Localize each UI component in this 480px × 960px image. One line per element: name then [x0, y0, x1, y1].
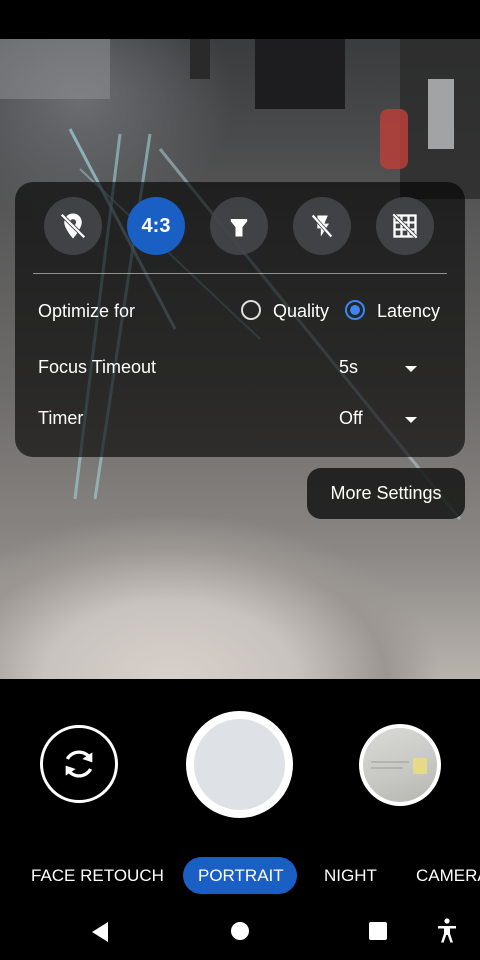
recents-icon[interactable] [368, 921, 388, 941]
shutter-inner [194, 719, 285, 810]
timer-dropdown[interactable]: Off [335, 401, 435, 437]
flashlight-button[interactable] [210, 197, 268, 255]
focus-timeout-dropdown[interactable]: 5s [335, 350, 435, 386]
shutter-button[interactable] [186, 711, 293, 818]
flashlight-icon [230, 219, 248, 237]
thumbnail-image [363, 728, 437, 802]
mode-face-retouch[interactable]: FACE RETOUCH [31, 866, 164, 886]
gallery-thumbnail[interactable] [359, 724, 441, 806]
mode-camera[interactable]: CAMERA [416, 866, 480, 886]
back-icon[interactable] [90, 920, 112, 944]
home-icon[interactable] [230, 921, 250, 941]
grid-off-button[interactable] [376, 197, 434, 255]
chevron-down-icon [405, 366, 417, 372]
aspect-ratio-label: 4:3 [141, 214, 171, 237]
quality-label[interactable]: Quality [273, 301, 329, 322]
quality-radio[interactable] [241, 300, 261, 320]
aspect-ratio-button[interactable]: 4:3 [127, 197, 185, 255]
focus-timeout-value: 5s [339, 357, 359, 377]
optimize-for-label: Optimize for [38, 301, 136, 321]
accessibility-icon[interactable] [436, 918, 458, 944]
focus-timeout-label: Focus Timeout [38, 357, 157, 377]
timer-value: Off [339, 408, 363, 428]
grid-off-icon [392, 213, 418, 239]
flash-off-icon [311, 214, 333, 238]
location-off-icon [60, 213, 86, 239]
mode-night[interactable]: NIGHT [324, 866, 377, 886]
flash-off-button[interactable] [293, 197, 351, 255]
panel-divider [33, 273, 447, 274]
mode-portrait[interactable]: PORTRAIT [198, 866, 284, 886]
more-settings-button[interactable]: More Settings [307, 468, 465, 519]
location-off-button[interactable] [44, 197, 102, 255]
mode-camera-clip: CAMERA [416, 866, 480, 886]
latency-label[interactable]: Latency [377, 301, 440, 322]
timer-label: Timer [38, 408, 84, 428]
quick-settings-panel: 4:3 Optimize for Quality Latency Focus T… [15, 182, 465, 457]
thumbnail-preview [371, 758, 427, 774]
latency-radio[interactable] [345, 300, 365, 320]
switch-camera-button[interactable] [40, 725, 118, 803]
chevron-down-icon [405, 417, 417, 423]
status-bar [0, 0, 480, 39]
switch-camera-icon [65, 750, 93, 778]
navigation-bar [0, 905, 480, 960]
